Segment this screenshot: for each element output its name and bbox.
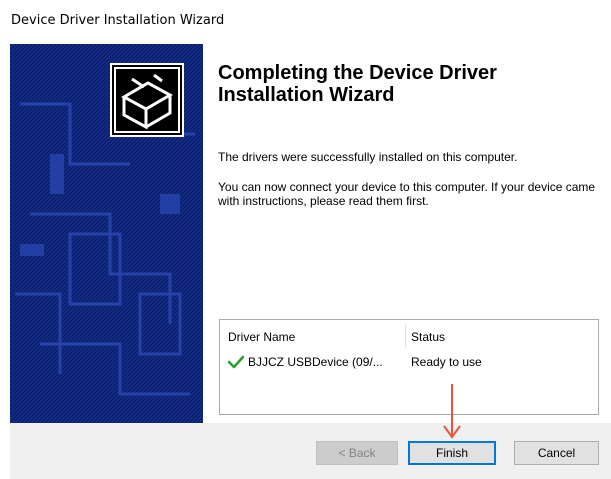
column-header-driver-name[interactable]: Driver Name [228,330,295,344]
driver-status-cell: Ready to use [411,355,482,369]
column-divider[interactable] [405,324,406,348]
finish-button[interactable]: Finish [408,441,496,465]
driver-list-header: Driver Name Status [220,320,598,350]
title-bar: Device Driver Installation Wizard [0,0,611,44]
wizard-heading: Completing the Device Driver Installatio… [218,62,497,106]
driver-list[interactable]: Driver Name Status BJJCZ USBDevice (09/.… [219,319,599,415]
driver-name-cell: BJJCZ USBDevice (09/... [248,355,383,369]
column-header-status[interactable]: Status [411,330,445,344]
connect-instructions: You can now connect your device to this … [218,180,596,208]
red-arrow-down-icon [443,384,461,439]
window-title: Device Driver Installation Wizard [11,13,225,28]
driver-row[interactable]: BJJCZ USBDevice (09/... Ready to use [220,352,598,372]
success-message: The drivers were successfully installed … [218,150,518,164]
hardware-install-icon [110,63,184,137]
cancel-button[interactable]: Cancel [514,441,599,465]
green-checkmark-icon [228,355,244,369]
back-button[interactable]: < Back [316,441,398,465]
wizard-window: Device Driver Installation Wizard Comple… [0,0,611,479]
